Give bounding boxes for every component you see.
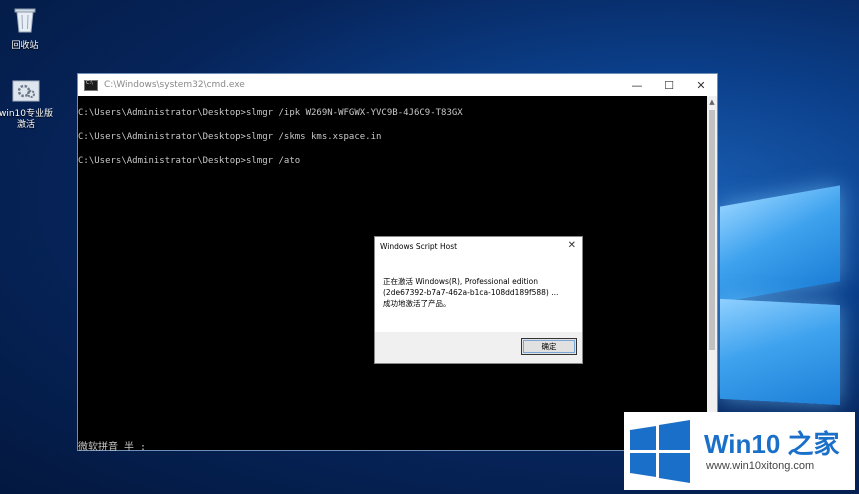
activation-tool-icon [0, 80, 56, 106]
watermark-title: Win10 之家 [704, 429, 840, 459]
close-button[interactable]: ✕ [685, 74, 717, 96]
scroll-up-icon[interactable]: ▲ [707, 96, 717, 108]
dialog-message: 正在激活 Windows(R), Professional edition (2… [383, 276, 558, 309]
cmd-scrollbar[interactable]: ▲ [707, 96, 717, 450]
desktop-logo-pane-bl [720, 298, 840, 406]
desktop-logo-pane-tl [720, 185, 840, 303]
console-line: C:\Users\Administrator\Desktop>slmgr /at… [78, 156, 301, 166]
maximize-button[interactable]: ☐ [653, 74, 685, 96]
recycle-bin-icon [0, 6, 50, 38]
dialog-message-line: 成功地激活了产品。 [383, 299, 451, 308]
desktop-icon-activation-tool[interactable]: win10专业版 激活 [0, 80, 56, 131]
desktop-icon-recycle-bin[interactable]: 回收站 [0, 6, 50, 52]
cmd-window-title: C:\Windows\system32\cmd.exe [104, 80, 245, 90]
script-host-dialog[interactable]: Windows Script Host ✕ 正在激活 Windows(R), P… [374, 236, 583, 364]
console-line: C:\Users\Administrator\Desktop>slmgr /ip… [78, 108, 463, 118]
cmd-app-icon [84, 79, 98, 91]
windows-logo-icon [630, 420, 690, 483]
dialog-footer: 确定 [375, 332, 582, 363]
dialog-message-line: (2de67392-b7a7-462a-b1ca-108dd189f588) .… [383, 288, 559, 297]
console-line: C:\Users\Administrator\Desktop>slmgr /sk… [78, 132, 382, 142]
minimize-button[interactable]: — [621, 74, 653, 96]
dialog-title: Windows Script Host [380, 241, 458, 251]
dialog-close-button[interactable]: ✕ [568, 240, 576, 251]
desktop-icon-label: 回收站 [11, 41, 39, 51]
dialog-titlebar[interactable]: Windows Script Host ✕ [375, 237, 582, 255]
cmd-titlebar[interactable]: C:\Windows\system32\cmd.exe — ☐ ✕ [78, 74, 717, 96]
dialog-message-line: 正在激活 Windows(R), Professional edition [383, 277, 538, 286]
desktop-icon-label: win10专业版 激活 [0, 109, 54, 130]
ok-button[interactable]: 确定 [521, 338, 577, 355]
site-watermark: Win10 之家 www.win10xitong.com [624, 412, 855, 490]
scroll-thumb[interactable] [709, 110, 715, 350]
ime-status-text: 微软拼音 半 : [78, 442, 147, 453]
watermark-url: www.win10xitong.com [706, 460, 815, 472]
